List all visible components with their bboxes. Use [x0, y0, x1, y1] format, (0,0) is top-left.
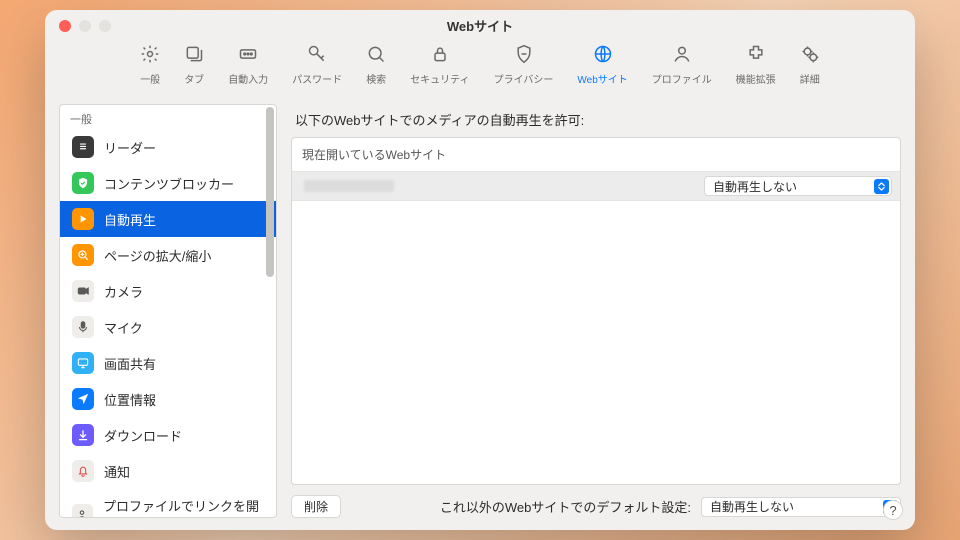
sidebar-scrollbar[interactable] [266, 107, 274, 277]
sidebar-item-zoom[interactable]: ページの拡大/縮小 [60, 237, 276, 273]
toolbar-label: プライバシー [494, 71, 554, 86]
advanced-icon [800, 44, 820, 67]
toolbar-label: 検索 [366, 71, 386, 86]
sidebar-item-location[interactable]: 位置情報 [60, 381, 276, 417]
general-icon [140, 44, 160, 67]
location-icon [72, 388, 94, 410]
sidebar-item-autoplay[interactable]: 自動再生 [60, 201, 276, 237]
minimize-window-icon[interactable] [79, 20, 91, 32]
window-title: Webサイト [447, 16, 513, 35]
sidebar-item-notifications[interactable]: 通知 [60, 453, 276, 489]
open-links-icon [72, 504, 93, 517]
toolbar-autofill[interactable]: 自動入力 [228, 44, 268, 86]
passwords-icon [307, 44, 327, 67]
toolbar-profiles[interactable]: プロファイル [652, 44, 712, 86]
sidebar-item-label: 自動再生 [104, 210, 156, 229]
site-list-box: 現在開いているWebサイト 自動再生しない [291, 137, 901, 485]
sidebar-item-screenshare[interactable]: 画面共有 [60, 345, 276, 381]
sidebar-item-label: 通知 [104, 462, 130, 481]
toolbar-label: パスワード [292, 71, 342, 86]
sidebar-item-reader[interactable]: リーダー [60, 129, 276, 165]
sidebar-item-label: ページの拡大/縮小 [104, 246, 211, 265]
profiles-icon [672, 44, 692, 67]
titlebar: Webサイト [45, 10, 915, 40]
toolbar-label: セキュリティ [410, 71, 469, 86]
toolbar-security[interactable]: セキュリティ [410, 44, 469, 86]
mic-icon [72, 316, 94, 338]
sidebar-item-label: ダウンロード [104, 426, 182, 445]
preferences-toolbar: 一般 タブ 自動入力 パスワード 検索 セキュリティ プライバシー Webサイト プロファイル 機… [45, 40, 915, 96]
window-controls [59, 20, 111, 32]
search-icon [366, 44, 386, 67]
sidebar-item-label: 位置情報 [104, 390, 156, 409]
autofill-icon [238, 44, 258, 67]
toolbar-label: 一般 [140, 71, 160, 86]
help-button[interactable]: ? [883, 500, 903, 520]
sidebar-item-downloads[interactable]: ダウンロード [60, 417, 276, 453]
default-setting-label: これ以外のWebサイトでのデフォルト設定: [440, 497, 691, 516]
main-panel: 以下のWebサイトでのメディアの自動再生を許可: 現在開いているWebサイト 自… [291, 104, 901, 518]
default-autoplay-value: 自動再生しない [710, 498, 794, 515]
toolbar-tabs[interactable]: タブ [184, 44, 204, 86]
sidebar-item-camera[interactable]: カメラ [60, 273, 276, 309]
site-row[interactable]: 自動再生しない [292, 171, 900, 201]
close-window-icon[interactable] [59, 20, 71, 32]
preferences-window: Webサイト 一般 タブ 自動入力 パスワード 検索 セキュリティ プライバシー Webサイト… [45, 10, 915, 530]
sidebar-item-label: マイク [104, 318, 143, 337]
sidebar-item-label: 画面共有 [104, 354, 156, 373]
websites-icon [593, 44, 613, 67]
toolbar-label: Webサイト [577, 71, 627, 86]
sidebar-section-label: 一般 [60, 105, 276, 129]
toolbar-websites[interactable]: Webサイト [577, 44, 627, 86]
privacy-icon [514, 44, 534, 67]
toolbar-search[interactable]: 検索 [366, 44, 386, 86]
autoplay-icon [72, 208, 94, 230]
chevron-updown-icon [874, 179, 889, 194]
currently-open-header: 現在開いているWebサイト [292, 138, 900, 171]
toolbar-label: 詳細 [800, 71, 820, 86]
sidebar-item-content-blocker[interactable]: コンテンツブロッカー [60, 165, 276, 201]
content-area: 一般 リーダーコンテンツブロッカー自動再生ページの拡大/縮小カメラマイク画面共有… [45, 96, 915, 530]
reader-icon [72, 136, 94, 158]
tabs-icon [184, 44, 204, 67]
security-icon [430, 44, 450, 67]
toolbar-label: プロファイル [652, 71, 712, 86]
extensions-icon [746, 44, 766, 67]
toolbar-label: 自動入力 [228, 71, 268, 86]
screenshare-icon [72, 352, 94, 374]
site-autoplay-select[interactable]: 自動再生しない [704, 176, 892, 196]
camera-icon [72, 280, 94, 302]
toolbar-label: 機能拡張 [736, 71, 776, 86]
notifications-icon [72, 460, 94, 482]
remove-button[interactable]: 削除 [291, 495, 341, 518]
zoom-icon [72, 244, 94, 266]
sidebar-item-label: コンテンツブロッカー [104, 174, 234, 193]
toolbar-passwords[interactable]: パスワード [292, 44, 342, 86]
sidebar-item-label: プロファイルでリンクを開く [103, 496, 264, 517]
toolbar-advanced[interactable]: 詳細 [800, 44, 820, 86]
downloads-icon [72, 424, 94, 446]
maximize-window-icon[interactable] [99, 20, 111, 32]
toolbar-privacy[interactable]: プライバシー [494, 44, 554, 86]
site-autoplay-value: 自動再生しない [713, 178, 797, 195]
site-name-redacted [304, 180, 394, 192]
content-blocker-icon [72, 172, 94, 194]
main-heading: 以下のWebサイトでのメディアの自動再生を許可: [291, 104, 901, 137]
default-autoplay-select[interactable]: 自動再生しない [701, 497, 901, 517]
toolbar-general[interactable]: 一般 [140, 44, 160, 86]
sidebar-list: リーダーコンテンツブロッカー自動再生ページの拡大/縮小カメラマイク画面共有位置情… [60, 129, 276, 517]
sidebar: 一般 リーダーコンテンツブロッカー自動再生ページの拡大/縮小カメラマイク画面共有… [59, 104, 277, 518]
sidebar-item-label: カメラ [104, 282, 143, 301]
toolbar-extensions[interactable]: 機能拡張 [736, 44, 776, 86]
sidebar-item-open-links[interactable]: プロファイルでリンクを開く [60, 489, 276, 517]
sidebar-item-label: リーダー [104, 138, 156, 157]
main-bottom-bar: 削除 これ以外のWebサイトでのデフォルト設定: 自動再生しない [291, 485, 901, 518]
sidebar-item-mic[interactable]: マイク [60, 309, 276, 345]
toolbar-label: タブ [184, 71, 204, 86]
